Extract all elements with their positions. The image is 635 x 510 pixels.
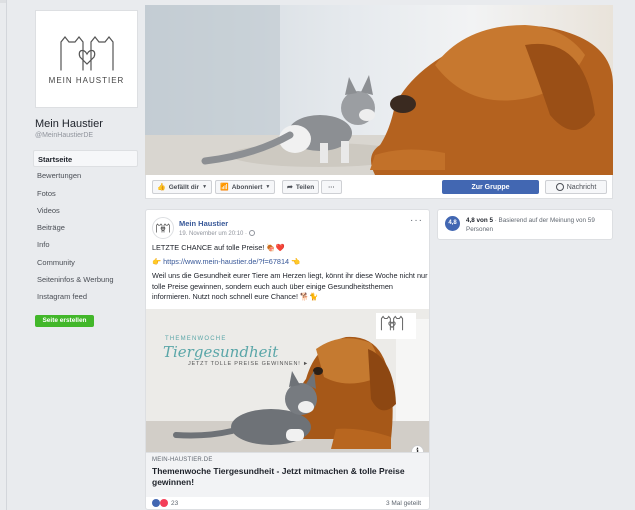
post-options-menu[interactable]: ··· bbox=[410, 215, 423, 226]
like-reaction-icon bbox=[152, 499, 160, 507]
link-preview[interactable]: MEIN-HAUSTIER.DE Themenwoche Tiergesundh… bbox=[146, 452, 429, 497]
pointing-left-emoji: 👈 bbox=[289, 257, 301, 266]
create-page-button[interactable]: Seite erstellen bbox=[35, 315, 94, 327]
post-author-name[interactable]: Mein Haustier bbox=[179, 219, 228, 228]
sidebar-item-bewertungen[interactable]: Bewertungen bbox=[33, 167, 138, 184]
page-handle[interactable]: @MeinHaustierDE bbox=[35, 132, 93, 139]
profile-picture[interactable]: MEIN HAUSTIER bbox=[35, 10, 138, 108]
rating-score-text: 4,8 von 5 bbox=[466, 217, 493, 224]
messenger-icon bbox=[555, 183, 564, 191]
more-options-button[interactable]: ··· bbox=[321, 180, 342, 194]
sidebar-item-info[interactable]: Info bbox=[33, 236, 138, 253]
post-timestamp[interactable]: 19. November um 20:10 · bbox=[179, 230, 255, 237]
like-page-button[interactable]: 👍 Gefällt dir ▼ bbox=[152, 180, 213, 194]
share-count[interactable]: 3 Mal geteilt bbox=[386, 500, 421, 507]
image-overlay-subtitle: JETZT TOLLE PREISE GEWINNEN! ► bbox=[188, 361, 310, 367]
reaction-summary[interactable]: 23 bbox=[152, 499, 178, 507]
sidebar-item-fotos[interactable]: Fotos bbox=[33, 185, 138, 202]
thumbs-up-icon: 👍 bbox=[157, 184, 166, 191]
share-label: Teilen bbox=[295, 183, 315, 191]
like-page-label: Gefällt dir bbox=[168, 183, 200, 191]
message-label: Nachricht bbox=[566, 183, 597, 191]
rating-text: 4,8 von 5 · Basierend auf der Meinung vo… bbox=[466, 216, 611, 234]
rss-icon: 📶 bbox=[220, 184, 229, 191]
pointing-right-emoji: 👉 bbox=[152, 257, 164, 266]
rating-badge: 4,8 bbox=[445, 216, 460, 231]
image-logo bbox=[379, 315, 413, 337]
post-link[interactable]: https://www.mein-haustier.de/?f=67814 bbox=[163, 257, 289, 266]
post-text-link-line: 👉 https://www.mein-haustier.de/?f=67814 … bbox=[152, 257, 428, 268]
reaction-count: 23 bbox=[171, 499, 179, 507]
caret-down-icon: ▼ bbox=[265, 184, 271, 190]
image-overlay-title: Tiergesundheit bbox=[163, 343, 279, 361]
cats-heart-logo-icon bbox=[59, 35, 114, 71]
cover-dog-and-kitten-image bbox=[145, 5, 613, 175]
page-action-bar: 👍 Gefällt dir ▼ 📶 Abonniert ▼ ➦ Teilen ·… bbox=[145, 175, 613, 199]
logo-text: MEIN HAUSTIER bbox=[48, 75, 125, 85]
globe-icon bbox=[248, 230, 255, 236]
caret-down-icon: ▼ bbox=[202, 184, 208, 190]
sidebar-item-beitraege[interactable]: Beiträge bbox=[33, 219, 138, 236]
post-author-avatar[interactable] bbox=[152, 217, 174, 239]
post-link-image[interactable]: THEMENWOCHE Tiergesundheit JETZT TOLLE P… bbox=[146, 309, 429, 452]
page-name[interactable]: Mein Haustier bbox=[35, 118, 103, 130]
post-text-headline: LETZTE CHANCE auf tolle Preise! 🍖❤️ bbox=[152, 243, 285, 252]
message-button[interactable]: Nachricht bbox=[545, 180, 607, 194]
share-button[interactable]: ➦ Teilen bbox=[282, 180, 320, 194]
link-domain: MEIN-HAUSTIER.DE bbox=[152, 457, 213, 463]
sidebar-nav: Startseite Bewertungen Fotos Videos Beit… bbox=[33, 150, 138, 306]
cats-heart-logo-icon bbox=[156, 223, 170, 233]
sidebar-item-videos[interactable]: Videos bbox=[33, 202, 138, 219]
join-group-button[interactable]: Zur Gruppe bbox=[442, 180, 539, 194]
more-options-label: ··· bbox=[328, 183, 335, 191]
link-title: Themenwoche Tiergesundheit - Jetzt mitma… bbox=[152, 466, 405, 487]
subscribed-label: Abonniert bbox=[231, 183, 263, 191]
post-time-text: 19. November um 20:10 · bbox=[179, 231, 249, 237]
share-arrow-icon: ➦ bbox=[287, 184, 293, 191]
sidebar-item-seiteninfos[interactable]: Seiteninfos & Werbung bbox=[33, 271, 138, 288]
love-reaction-icon bbox=[160, 499, 168, 507]
post-body-text: Weil uns die Gesundheit eurer Tiere am H… bbox=[152, 271, 428, 301]
image-overlay-kicker: THEMENWOCHE bbox=[165, 336, 227, 342]
cats-heart-logo-icon bbox=[380, 315, 404, 331]
subscribed-button[interactable]: 📶 Abonniert ▼ bbox=[215, 180, 276, 194]
sidebar-item-instagram-feed[interactable]: Instagram feed bbox=[33, 288, 138, 305]
cover-photo[interactable] bbox=[145, 5, 613, 175]
post-card: Mein Haustier 19. November um 20:10 · ··… bbox=[145, 209, 430, 510]
rating-card[interactable]: 4,8 4,8 von 5 · Basierend auf der Meinun… bbox=[437, 209, 613, 240]
sidebar-item-community[interactable]: Community bbox=[33, 254, 138, 271]
sidebar-item-startseite[interactable]: Startseite bbox=[33, 150, 138, 168]
